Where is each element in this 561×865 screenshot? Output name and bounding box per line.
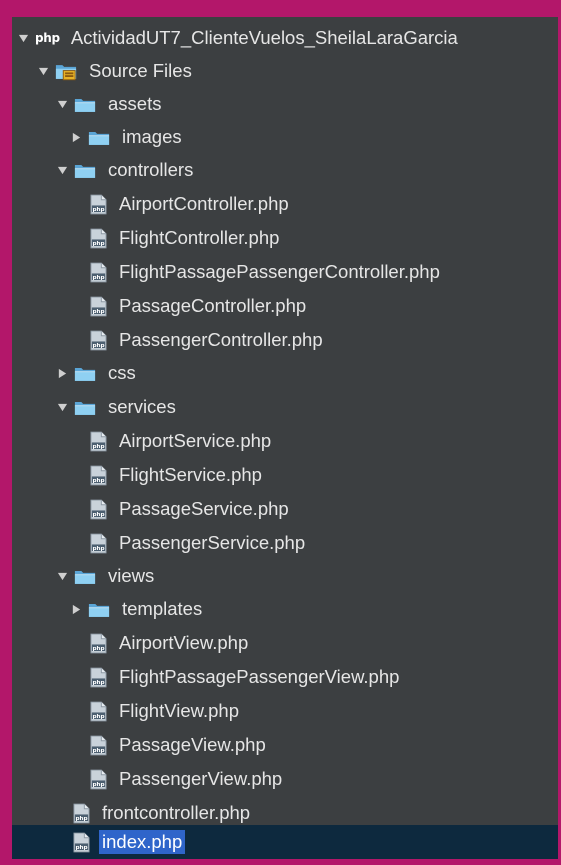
file-label: index.php — [99, 830, 186, 854]
file-label: FlightView.php — [119, 700, 239, 721]
tree-item-label: templates — [122, 598, 203, 619]
tree-item-services[interactable]: services — [12, 390, 558, 424]
expand-down-icon[interactable] — [56, 570, 69, 583]
php-file-icon — [90, 735, 107, 756]
tree-item-label: controllers — [108, 159, 194, 180]
tree-item-assets[interactable]: assets — [12, 87, 558, 121]
folder-icon — [74, 96, 96, 113]
tree-item-label: css — [108, 362, 136, 383]
tree-file-airport-controller[interactable]: AirportController.php — [12, 187, 558, 221]
tree-file-flight-controller[interactable]: FlightController.php — [12, 221, 558, 255]
expand-down-icon[interactable] — [17, 32, 30, 45]
project-root[interactable]: php ActividadUT7_ClienteVuelos_SheilaLar… — [12, 21, 558, 55]
php-file-icon — [90, 194, 107, 215]
source-folder-icon — [55, 62, 77, 81]
tree-item-source-files[interactable]: Source Files — [12, 54, 558, 88]
tree-file-index[interactable]: index.php — [12, 825, 558, 859]
php-file-icon — [90, 296, 107, 317]
file-label: frontcontroller.php — [102, 802, 251, 823]
folder-icon — [74, 399, 96, 416]
tree-item-label: assets — [108, 93, 162, 114]
tree-file-flight-view[interactable]: FlightView.php — [12, 694, 558, 728]
tree-item-views[interactable]: views — [12, 559, 558, 593]
tree-file-passenger-view[interactable]: PassengerView.php — [12, 762, 558, 796]
tree-file-flight-passage-passenger-view[interactable]: FlightPassagePassengerView.php — [12, 660, 558, 694]
file-label: PassengerController.php — [119, 329, 323, 350]
file-label: AirportService.php — [119, 430, 272, 451]
file-label: PassengerView.php — [119, 768, 283, 789]
tree-item-css[interactable]: css — [12, 356, 558, 390]
expand-right-icon[interactable] — [70, 603, 83, 616]
file-label: PassageView.php — [119, 734, 266, 755]
php-project-icon: php — [35, 31, 60, 45]
php-file-icon — [90, 228, 107, 249]
tree-file-flight-service[interactable]: FlightService.php — [12, 458, 558, 492]
window-frame: php ActividadUT7_ClienteVuelos_SheilaLar… — [0, 0, 561, 865]
file-label: FlightService.php — [119, 464, 262, 485]
expand-right-icon[interactable] — [70, 131, 83, 144]
php-file-icon — [90, 633, 107, 654]
tree-item-label: services — [108, 396, 176, 417]
tree-item-label: Source Files — [89, 60, 192, 81]
php-file-icon — [90, 667, 107, 688]
tree-file-passenger-controller[interactable]: PassengerController.php — [12, 323, 558, 357]
tree-file-airport-view[interactable]: AirportView.php — [12, 626, 558, 660]
file-label: PassageService.php — [119, 498, 289, 519]
tree-file-passage-view[interactable]: PassageView.php — [12, 728, 558, 762]
project-tree-panel: php ActividadUT7_ClienteVuelos_SheilaLar… — [12, 17, 558, 859]
file-label: FlightPassagePassengerController.php — [119, 261, 440, 282]
file-label: FlightPassagePassengerView.php — [119, 666, 400, 687]
folder-icon — [88, 601, 110, 618]
php-file-icon — [90, 533, 107, 554]
file-label: PassengerService.php — [119, 532, 306, 553]
expand-down-icon[interactable] — [37, 65, 50, 78]
php-file-icon — [73, 832, 90, 853]
folder-icon — [74, 162, 96, 179]
expand-down-icon[interactable] — [56, 164, 69, 177]
tree-item-label: images — [122, 126, 182, 147]
php-file-icon — [90, 330, 107, 351]
file-label: AirportController.php — [119, 193, 289, 214]
tree-file-airport-service[interactable]: AirportService.php — [12, 424, 558, 458]
tree-file-passage-controller[interactable]: PassageController.php — [12, 289, 558, 323]
tree-file-passage-service[interactable]: PassageService.php — [12, 492, 558, 526]
file-label: FlightController.php — [119, 227, 280, 248]
file-label: PassageController.php — [119, 295, 307, 316]
php-file-icon — [90, 465, 107, 486]
expand-down-icon[interactable] — [56, 98, 69, 111]
tree-file-passenger-service[interactable]: PassengerService.php — [12, 526, 558, 560]
project-name[interactable]: ActividadUT7_ClienteVuelos_SheilaLaraGar… — [68, 26, 461, 50]
php-file-icon — [90, 769, 107, 790]
tree-item-label: views — [108, 565, 155, 586]
php-file-icon — [90, 431, 107, 452]
php-file-icon — [90, 262, 107, 283]
file-label: AirportView.php — [119, 632, 249, 653]
folder-icon — [74, 365, 96, 382]
folder-icon — [88, 129, 110, 146]
php-file-icon — [73, 803, 90, 824]
folder-icon — [74, 568, 96, 585]
expand-right-icon[interactable] — [56, 367, 69, 380]
tree-file-flight-passage-passenger-controller[interactable]: FlightPassagePassengerController.php — [12, 255, 558, 289]
php-file-icon — [90, 701, 107, 722]
tree-item-templates[interactable]: templates — [12, 592, 558, 626]
php-file-icon — [90, 499, 107, 520]
tree-item-images[interactable]: images — [12, 120, 558, 154]
expand-down-icon[interactable] — [56, 401, 69, 414]
tree-item-controllers[interactable]: controllers — [12, 153, 558, 187]
